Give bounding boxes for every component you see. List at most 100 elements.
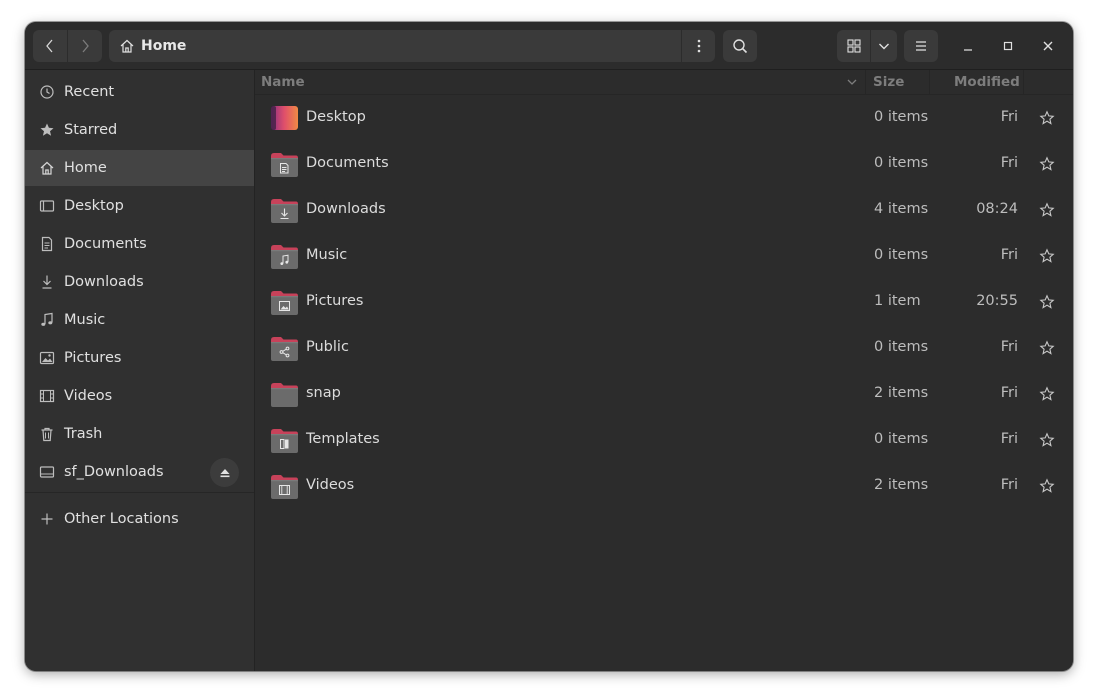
- sidebar-item-label: Trash: [64, 426, 103, 442]
- file-row-downloads[interactable]: Downloads 4 items 08:24: [255, 187, 1073, 233]
- music-folder-icon: [271, 245, 298, 269]
- file-name: Public: [306, 339, 349, 355]
- search-button[interactable]: [723, 30, 757, 62]
- plus-icon: [41, 513, 53, 525]
- sidebar-item-desktop[interactable]: Desktop: [25, 188, 254, 224]
- path-menu-button[interactable]: [682, 30, 715, 62]
- home-icon: [120, 39, 134, 53]
- file-name: Documents: [306, 155, 389, 171]
- sidebar-item-trash[interactable]: Trash: [25, 416, 254, 452]
- maximize-button[interactable]: [992, 30, 1024, 62]
- chevron-left-icon: [46, 39, 53, 53]
- star-outline-icon[interactable]: [1039, 156, 1055, 172]
- file-modified: Fri: [1000, 155, 1018, 171]
- hamburger-menu-icon: [916, 41, 926, 51]
- file-row-snap[interactable]: snap 2 items Fri: [255, 371, 1073, 417]
- path-home-label: Home: [141, 38, 187, 54]
- file-row-videos[interactable]: Videos 2 items Fri: [255, 463, 1073, 509]
- path-bar[interactable]: Home: [109, 30, 681, 62]
- sidebar-item-music[interactable]: Music: [25, 302, 254, 338]
- sidebar-item-label: Starred: [64, 122, 118, 138]
- forward-button[interactable]: [68, 30, 102, 62]
- eject-icon: [220, 468, 229, 477]
- main-menu-button[interactable]: [904, 30, 938, 62]
- document-icon: [41, 236, 53, 252]
- file-size: 0 items: [874, 431, 929, 447]
- column-modified-header[interactable]: Modified: [954, 74, 1020, 90]
- close-icon: [1043, 41, 1053, 51]
- file-modified: Fri: [1000, 109, 1018, 125]
- desktop-folder-icon: [271, 106, 298, 130]
- music-note-icon: [41, 312, 53, 326]
- star-outline-icon[interactable]: [1039, 386, 1055, 402]
- templates-folder-icon: [271, 429, 298, 453]
- file-manager-window: Home Recent Starred Home Desktop Documen…: [25, 22, 1073, 671]
- file-row-documents[interactable]: Documents 0 items Fri: [255, 141, 1073, 187]
- file-size: 1 item: [874, 293, 921, 309]
- grid-view-icon: [846, 39, 861, 53]
- view-options-dropdown[interactable]: [871, 30, 897, 62]
- sidebar-item-starred[interactable]: Starred: [25, 112, 254, 148]
- sidebar-item-videos[interactable]: Videos: [25, 378, 254, 414]
- desktop-icon: [39, 200, 55, 212]
- star-icon: [40, 123, 54, 136]
- sidebar-item-other-locations[interactable]: Other Locations: [25, 501, 254, 537]
- star-outline-icon[interactable]: [1039, 248, 1055, 264]
- column-name-header[interactable]: Name: [261, 74, 305, 90]
- eject-button[interactable]: [210, 458, 239, 487]
- sidebar-item-recent[interactable]: Recent: [25, 74, 254, 110]
- file-row-music[interactable]: Music 0 items Fri: [255, 233, 1073, 279]
- file-size: 0 items: [874, 155, 929, 171]
- file-modified: Fri: [1000, 247, 1018, 263]
- sidebar-item-downloads[interactable]: Downloads: [25, 264, 254, 300]
- file-modified: Fri: [1000, 431, 1018, 447]
- sidebar: Recent Starred Home Desktop Documents Do…: [25, 70, 255, 671]
- file-row-desktop[interactable]: Desktop 0 items Fri: [255, 95, 1073, 141]
- sidebar-item-sf-downloads[interactable]: sf_Downloads: [25, 454, 254, 490]
- sidebar-item-label: Recent: [64, 84, 115, 100]
- file-modified: Fri: [1000, 477, 1018, 493]
- sidebar-item-label: Desktop: [64, 198, 124, 214]
- file-size: 0 items: [874, 247, 929, 263]
- star-outline-icon[interactable]: [1039, 202, 1055, 218]
- column-separator: [929, 70, 930, 94]
- file-name: Pictures: [306, 293, 364, 309]
- close-button[interactable]: [1032, 30, 1064, 62]
- back-button[interactable]: [33, 30, 67, 62]
- sidebar-separator: [25, 492, 254, 493]
- file-row-pictures[interactable]: Pictures 1 item 20:55: [255, 279, 1073, 325]
- sidebar-item-home[interactable]: Home: [25, 150, 254, 186]
- sidebar-item-pictures[interactable]: Pictures: [25, 340, 254, 376]
- chevron-right-icon: [82, 39, 89, 53]
- column-header: Name Size Modified: [255, 70, 1073, 95]
- star-outline-icon[interactable]: [1039, 294, 1055, 310]
- minimize-button[interactable]: [952, 30, 984, 62]
- star-outline-icon[interactable]: [1039, 110, 1055, 126]
- chevron-down-icon: [879, 43, 889, 50]
- sidebar-item-label: Home: [64, 160, 107, 176]
- file-size: 4 items: [874, 201, 929, 217]
- drive-icon: [39, 466, 55, 478]
- sidebar-item-documents[interactable]: Documents: [25, 226, 254, 262]
- column-size-header[interactable]: Size: [873, 74, 904, 90]
- public-folder-icon: [271, 337, 298, 361]
- sidebar-item-label: Downloads: [64, 274, 144, 290]
- file-row-public[interactable]: Public 0 items Fri: [255, 325, 1073, 371]
- kebab-menu-icon: [697, 39, 700, 53]
- file-name: Music: [306, 247, 348, 263]
- star-outline-icon[interactable]: [1039, 340, 1055, 356]
- grid-view-button[interactable]: [837, 30, 870, 62]
- star-outline-icon[interactable]: [1039, 432, 1055, 448]
- header-bar: Home: [25, 22, 1073, 70]
- file-size: 0 items: [874, 109, 929, 125]
- star-outline-icon[interactable]: [1039, 478, 1055, 494]
- sidebar-item-label: Other Locations: [64, 511, 179, 527]
- file-name: Desktop: [306, 109, 366, 125]
- downloads-folder-icon: [271, 199, 298, 223]
- videos-folder-icon: [271, 475, 298, 499]
- file-name: Downloads: [306, 201, 386, 217]
- home-icon: [40, 161, 54, 175]
- file-row-templates[interactable]: Templates 0 items Fri: [255, 417, 1073, 463]
- sidebar-item-label: sf_Downloads: [64, 464, 164, 480]
- sidebar-item-label: Pictures: [64, 350, 122, 366]
